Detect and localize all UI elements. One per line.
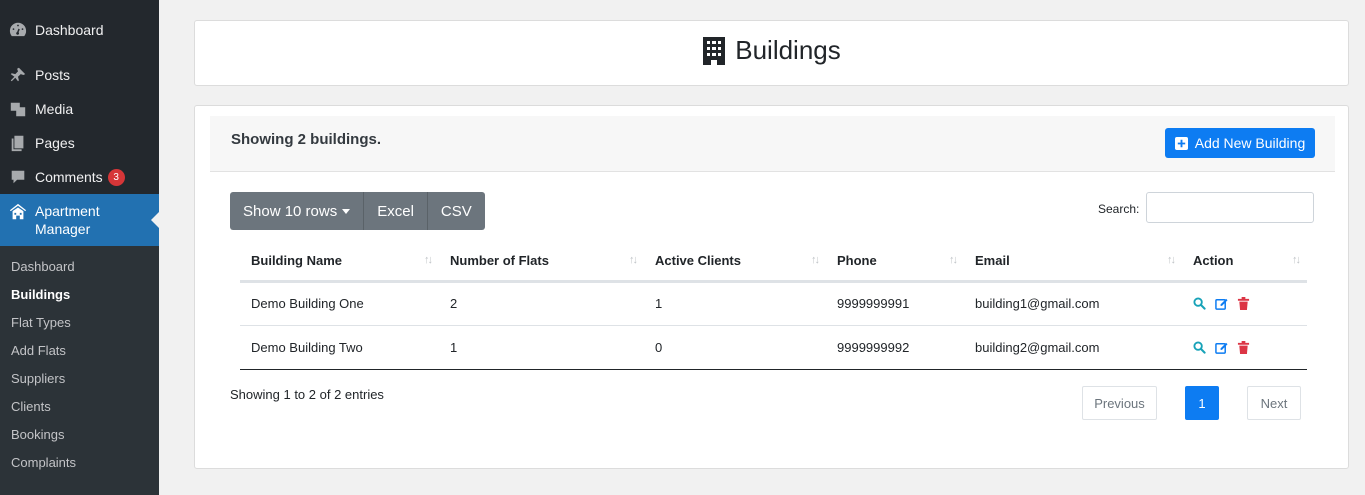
sidebar-item-dashboard[interactable]: Dashboard xyxy=(0,13,159,47)
sidebar-item-posts[interactable]: Posts xyxy=(0,58,159,92)
page-title-text: Buildings xyxy=(735,35,841,65)
sort-icon: ↑↓ xyxy=(629,254,638,266)
building-icon xyxy=(703,36,726,65)
sidebar-item-media[interactable]: Media xyxy=(0,92,159,126)
column-header-flats[interactable]: Number of Flats ↑↓ xyxy=(439,241,644,283)
csv-button[interactable]: CSV xyxy=(427,192,485,230)
cell-building-name: Demo Building One xyxy=(240,281,439,326)
media-icon xyxy=(8,99,28,119)
sidebar-item-label: Posts xyxy=(35,67,71,83)
column-header-building-name[interactable]: Building Name ↑↓ xyxy=(240,241,439,283)
excel-button[interactable]: Excel xyxy=(364,192,428,230)
title-card: Buildings xyxy=(194,20,1349,86)
cell-phone: 9999999991 xyxy=(826,281,964,326)
dashboard-icon xyxy=(8,20,28,40)
caret-down-icon xyxy=(342,208,351,214)
view-search-icon[interactable] xyxy=(1193,297,1206,310)
submenu-buildings[interactable]: Buildings xyxy=(0,281,159,309)
sort-icon: ↑↓ xyxy=(949,254,958,266)
plus-square-icon xyxy=(1174,136,1188,150)
building-group-icon xyxy=(8,202,28,222)
sidebar-item-label: Media xyxy=(35,101,74,117)
sidebar-item-pages[interactable]: Pages xyxy=(0,126,159,160)
sort-icon: ↑↓ xyxy=(811,254,820,266)
sidebar-item-label: Comments xyxy=(35,169,103,185)
submenu-suppliers[interactable]: Suppliers xyxy=(0,365,159,393)
buildings-table: Building Name ↑↓ Number of Flats ↑↓ Active… xyxy=(240,241,1307,370)
table-export-buttons: Show 10 rows Excel CSV xyxy=(230,192,485,230)
cell-email: building1@gmail.com xyxy=(964,281,1182,326)
buildings-card: Showing 2 buildings. Add New Building Sh… xyxy=(194,105,1349,469)
sort-icon: ↑↓ xyxy=(1167,254,1176,266)
cell-flats: 2 xyxy=(439,281,644,326)
sidebar-item-comments[interactable]: Comments 3 xyxy=(0,160,159,194)
cell-email: building2@gmail.com xyxy=(964,325,1182,370)
table-row: Demo Building Two 1 0 9999999992 buildin… xyxy=(240,325,1307,370)
submenu-clients[interactable]: Clients xyxy=(0,393,159,421)
edit-icon[interactable] xyxy=(1215,297,1228,310)
comment-icon xyxy=(8,167,28,187)
submenu-flat-types[interactable]: Flat Types xyxy=(0,309,159,337)
sort-icon: ↑↓ xyxy=(424,254,433,266)
sidebar-item-label: Pages xyxy=(35,135,75,151)
view-search-icon[interactable] xyxy=(1193,340,1206,354)
submenu-dashboard[interactable]: Dashboard xyxy=(0,253,159,281)
add-new-building-button[interactable]: Add New Building xyxy=(1165,128,1315,158)
cell-actions xyxy=(1182,325,1307,370)
table-header-row: Building Name ↑↓ Number of Flats ↑↓ Active… xyxy=(240,241,1307,283)
search-input[interactable] xyxy=(1146,192,1314,223)
pagination-next[interactable]: Next xyxy=(1247,386,1301,420)
pin-icon xyxy=(8,65,28,85)
cell-flats: 1 xyxy=(439,325,644,370)
entries-info: Showing 1 to 2 of 2 entries xyxy=(230,387,384,402)
delete-trash-icon[interactable] xyxy=(1237,297,1250,310)
column-header-action[interactable]: Action ↑↓ xyxy=(1182,241,1307,283)
submenu-add-flats[interactable]: Add Flats xyxy=(0,337,159,365)
comment-count-badge: 3 xyxy=(107,168,125,186)
card-header: Showing 2 buildings. Add New Building xyxy=(210,116,1335,172)
building-count-text: Showing 2 buildings. xyxy=(231,131,381,148)
show-rows-dropdown[interactable]: Show 10 rows xyxy=(230,192,365,230)
cell-active-clients: 1 xyxy=(644,281,826,326)
sidebar-item-apartment-manager[interactable]: Apartment Manager xyxy=(0,194,159,246)
search-label: Search: xyxy=(1098,202,1140,216)
table-row: Demo Building One 2 1 9999999991 buildin… xyxy=(240,281,1307,326)
edit-icon[interactable] xyxy=(1215,341,1228,354)
sort-icon: ↑↓ xyxy=(1292,254,1301,266)
column-header-email[interactable]: Email ↑↓ xyxy=(964,241,1182,283)
delete-trash-icon[interactable] xyxy=(1237,340,1250,354)
submenu-bookings[interactable]: Bookings xyxy=(0,421,159,449)
pagination-previous[interactable]: Previous xyxy=(1082,386,1157,420)
column-header-phone[interactable]: Phone ↑↓ xyxy=(826,241,964,283)
cell-building-name: Demo Building Two xyxy=(240,325,439,370)
submenu-complaints[interactable]: Complaints xyxy=(0,449,159,477)
sidebar-item-label: Dashboard xyxy=(35,22,104,38)
pagination-page-1[interactable]: 1 xyxy=(1185,386,1219,420)
cell-actions xyxy=(1182,281,1307,326)
pages-icon xyxy=(8,133,28,153)
sidebar-item-label: Apartment Manager xyxy=(35,203,100,237)
apartment-submenu: Dashboard Buildings Flat Types Add Flats… xyxy=(0,246,159,495)
cell-phone: 9999999992 xyxy=(826,325,964,370)
column-header-active-clients[interactable]: Active Clients ↑↓ xyxy=(644,241,826,283)
page-title: Buildings xyxy=(195,35,1348,66)
cell-active-clients: 0 xyxy=(644,325,826,370)
